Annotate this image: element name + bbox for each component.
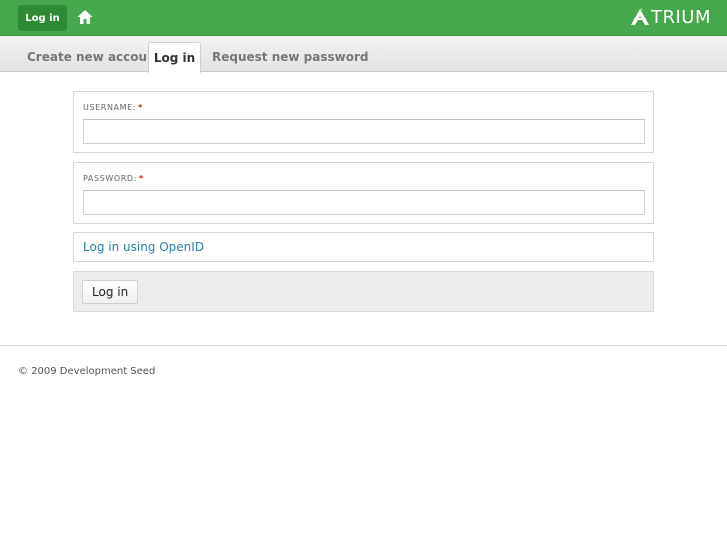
home-icon[interactable] xyxy=(76,8,94,26)
atrium-logo-icon xyxy=(630,8,649,25)
required-marker: * xyxy=(138,103,143,112)
required-marker: * xyxy=(138,174,144,183)
password-label: PASSWORD: * xyxy=(83,174,144,183)
login-submit-button[interactable]: Log in xyxy=(82,280,139,304)
tab-create-new-account[interactable]: Create new account xyxy=(27,42,161,72)
openid-login-link[interactable]: Log in using OpenID xyxy=(83,240,204,254)
footer-divider xyxy=(0,345,727,346)
username-input[interactable] xyxy=(83,119,645,144)
tab-log-in[interactable]: Log in xyxy=(148,42,201,73)
tabs-bar: Create new account Log in Request new pa… xyxy=(0,36,727,73)
top-bar: Log in TRIUM xyxy=(0,0,727,36)
tab-request-new-password[interactable]: Request new password xyxy=(212,42,368,72)
atrium-logo[interactable]: TRIUM xyxy=(630,6,711,28)
footer-copyright: © 2009 Development Seed xyxy=(18,366,156,377)
password-field-group: PASSWORD: * xyxy=(73,162,654,224)
password-label-text: PASSWORD: xyxy=(83,174,137,183)
top-login-button[interactable]: Log in xyxy=(18,5,67,31)
username-label: USERNAME: * xyxy=(83,103,143,112)
password-input[interactable] xyxy=(83,190,645,215)
logo-text: TRIUM xyxy=(650,6,711,28)
form-actions: Log in xyxy=(73,271,654,312)
username-label-text: USERNAME: xyxy=(83,103,137,112)
username-field-group: USERNAME: * xyxy=(73,91,654,153)
openid-panel: Log in using OpenID xyxy=(73,232,654,262)
